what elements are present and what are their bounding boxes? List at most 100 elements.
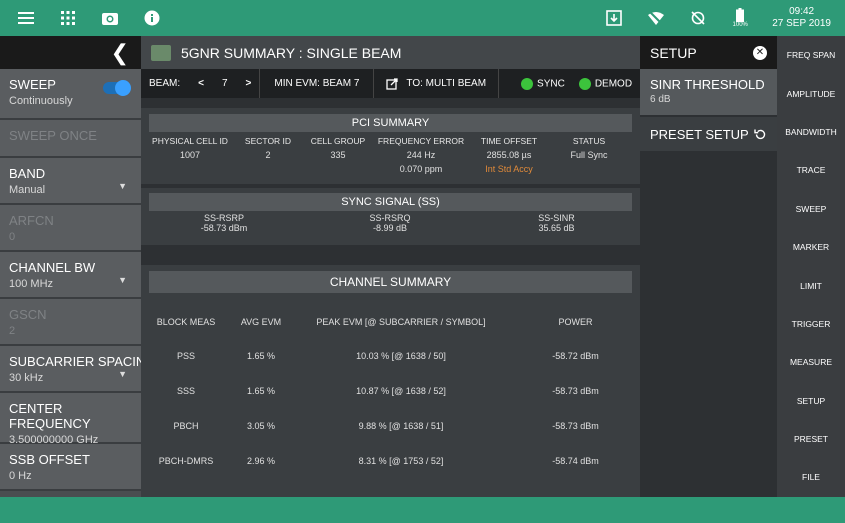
status-bar: 100% 09:42 27 SEP 2019 [0,0,845,36]
chevron-down-icon: ▼ [118,275,127,285]
info-icon[interactable] [142,8,162,28]
pci-subvalue [147,164,233,174]
peak-evm-cell: 10.87 % [@ 1638 / 52] [356,386,446,396]
ssb-offset-item[interactable]: SSB OFFSET 0 Hz [0,444,141,491]
sinr-threshold-item[interactable]: SINR THRESHOLD 6 dB [640,69,777,117]
status-value: Full Sync [570,150,608,160]
sweep-item[interactable]: SWEEP Continuously [0,69,141,120]
menu-file[interactable]: FILE [777,458,845,496]
app-root: 100% 09:42 27 SEP 2019 ❮ SWEEP Continuou… [0,0,845,523]
band-item[interactable]: BAND Manual ▼ [0,158,141,205]
menu-trigger[interactable]: TRIGGER [777,305,845,343]
clock-time: 09:42 [789,6,815,17]
pci-header: FREQUENCY ERROR [377,136,465,146]
to-multi-beam-label: TO: MULTI BEAM [406,78,487,89]
pci-summary-subvalues: 0.070 ppm Int Std Accy [141,162,640,176]
pci-summary-panel: PCI SUMMARY PHYSICAL CELL ID SECTOR ID C… [141,108,640,184]
center-frequency-item[interactable]: CENTER FREQUENCY 3.500000000 GHz [0,393,141,446]
sync-signal-panel: SYNC SIGNAL (SS) SS-RSRP SS-RSRQ SS-SINR… [141,188,640,245]
main-menu-rail: FREQ SPAN AMPLITUDE BANDWIDTH TRACE SWEE… [777,36,845,497]
block-meas-cell: SSS [176,386,195,396]
block-meas-cell: PBCH [173,421,199,431]
channel-summary-headers: BLOCK MEAS AVG EVM PEAK EVM [@ SUBCARRIE… [141,317,640,327]
beam-selector: BEAM: < 7 > [141,69,261,98]
frequency-error-ppm: 0.070 ppm [399,164,443,174]
menu-trace[interactable]: TRACE [777,151,845,189]
wifi-off-icon [646,8,666,28]
time-offset-value: 2855.08 µs [486,150,532,160]
measurement-title: 5GNR SUMMARY : SINGLE BEAM [181,44,402,61]
clock: 09:42 27 SEP 2019 [772,6,831,30]
close-icon[interactable]: ✕ [753,45,767,60]
channel-bw-item[interactable]: CHANNEL BW 100 MHz ▼ [0,252,141,299]
subcarrier-spacing-value: 30 kHz [9,372,44,384]
pci-header: CELL GROUP [310,136,366,146]
pci-header: PHYSICAL CELL ID [152,136,228,146]
menu-setup[interactable]: SETUP [777,382,845,420]
sweep-value: Continuously [9,95,73,107]
pci-subvalue [233,164,303,174]
menu-preset[interactable]: PRESET [777,420,845,458]
left-panel-header: ❮ [0,36,141,69]
battery-level: 100% [732,22,748,28]
menu-freq-span[interactable]: FREQ SPAN [777,36,845,74]
ss-rsrq-header: SS-RSRQ [369,213,411,223]
channel-summary-panel: CHANNEL SUMMARY BLOCK MEAS AVG EVM PEAK … [141,265,640,497]
beam-label: BEAM: [149,78,181,89]
channel-header: BLOCK MEAS [156,317,216,327]
power-cell: -58.74 dBm [552,456,599,466]
sinr-threshold-label: SINR THRESHOLD [650,77,765,92]
avg-evm-cell: 1.65 % [246,386,276,396]
pci-summary-heading: PCI SUMMARY [149,114,632,132]
measurement-title-bar: 5GNR SUMMARY : SINGLE BEAM [141,36,640,69]
pci-header: STATUS [572,136,606,146]
sweep-toggle[interactable] [103,80,131,96]
chevron-down-icon: ▼ [118,181,127,191]
subcarrier-spacing-label: SUBCARRIER SPACING [9,354,156,369]
menu-icon[interactable] [16,8,36,28]
pci-header: SECTOR ID [244,136,292,146]
sync-signal-heading: SYNC SIGNAL (SS) [149,193,632,211]
to-multi-beam-button[interactable]: TO: MULTI BEAM [374,69,500,98]
table-row: PBCH-DMRS 2.96 % 8.31 % [@ 1753 / 52] -5… [141,456,640,466]
battery-icon: 100% [730,8,750,28]
gscn-item: GSCN 2 [0,299,141,346]
setup-panel-header: SETUP ✕ [640,36,777,69]
menu-limit[interactable]: LIMIT [777,266,845,304]
peak-evm-cell: 8.31 % [@ 1753 / 52] [358,456,444,466]
camera-icon[interactable] [100,8,120,28]
apps-grid-icon[interactable] [58,8,78,28]
menu-measure[interactable]: MEASURE [777,343,845,381]
ssb-offset-value: 0 Hz [9,470,32,482]
avg-evm-cell: 1.65 % [246,351,276,361]
beam-prev-button[interactable]: < [198,78,204,89]
avg-evm-cell: 2.96 % [246,456,276,466]
beam-next-button[interactable]: > [246,78,252,89]
demod-status-dot [578,77,591,90]
beam-value: 7 [221,78,228,89]
frequency-error-value: 244 Hz [406,150,436,160]
sync-signal-values: -58.73 dBm -8.99 dB 35.65 dB [141,223,640,233]
menu-amplitude[interactable]: AMPLITUDE [777,74,845,112]
preset-setup-item[interactable]: PRESET SETUP [640,117,777,153]
subcarrier-spacing-item[interactable]: SUBCARRIER SPACING 30 kHz ▼ [0,346,156,393]
peak-evm-cell: 10.03 % [@ 1638 / 50] [356,351,446,361]
channel-header: AVG EVM [240,317,282,327]
pci-summary-values: 1007 2 335 244 Hz 2855.08 µs Full Sync [141,148,640,162]
center-frequency-label: CENTER FREQUENCY [9,401,91,431]
menu-sweep[interactable]: SWEEP [777,190,845,228]
gscn-value: 2 [9,325,16,337]
download-icon[interactable] [604,8,624,28]
preset-setup-label: PRESET SETUP [650,126,749,142]
channel-header: PEAK EVM [@ SUBCARRIER / SYMBOL] [316,317,486,327]
back-arrow-icon[interactable]: ❮ [111,40,129,66]
ss-rsrq-value: -8.99 dB [372,223,408,233]
band-value: Manual [9,184,46,196]
menu-bandwidth[interactable]: BANDWIDTH [777,113,845,151]
menu-marker[interactable]: MARKER [777,228,845,266]
arfcn-label: ARFCN [9,213,54,228]
power-cell: -58.73 dBm [552,421,599,431]
setup-panel-title: SETUP [650,44,697,61]
ss-sinr-header: SS-SINR [538,213,575,223]
ss-rsrp-header: SS-RSRP [203,213,244,223]
